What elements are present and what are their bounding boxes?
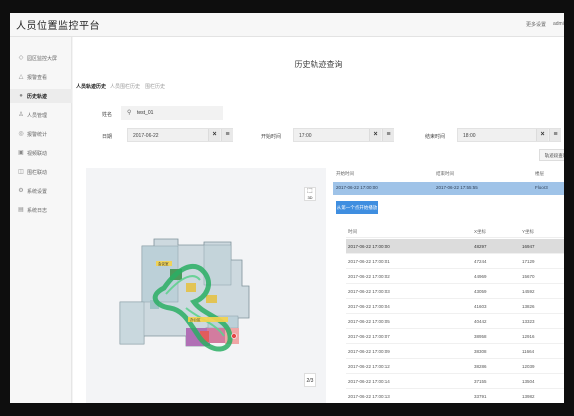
sidebar-item-alarm-stats[interactable]: ◎ 报警统计 <box>10 127 72 141</box>
start-time-label: 开始时间 <box>261 134 282 140</box>
sidebar-item-settings[interactable]: ⚙ 系统设置 <box>10 184 72 198</box>
table-row[interactable]: 2017-06-22 17:00:13 33791 13982 <box>346 389 564 403</box>
sidebar-item-alarm-view[interactable]: △ 报警查看 <box>10 70 72 84</box>
room-block <box>207 328 225 343</box>
table-row[interactable]: 2017-06-22 17:00:09 38308 11664 <box>346 344 564 359</box>
date-field[interactable]: 2017-06-22 × ≡ <box>127 128 233 142</box>
app-window: 人员位置监控平台 更多设置 admin ◇ 园区监控大屏 △ 报警查看 ● 历史… <box>10 13 564 403</box>
map-3d-toggle-button[interactable]: ⬚ 3D <box>304 187 316 201</box>
map-label: 办公区 <box>190 317 201 322</box>
points-table: 时间 X坐标 Y坐标 2017-06-22 17:00:00 48297 16947… <box>346 224 564 403</box>
top-bar: 人员位置监控平台 更多设置 admin <box>10 13 564 37</box>
date-calendar-icon[interactable]: ≡ <box>221 129 233 141</box>
start-time-field[interactable]: 17:00 × ≡ <box>293 128 394 142</box>
room-block <box>119 301 145 345</box>
track-query-button[interactable]: 轨迹段查询 <box>539 149 564 161</box>
end-clock-icon[interactable]: ≡ <box>549 129 561 141</box>
floor-plan-svg: 办公区 会议室 <box>119 238 250 352</box>
gear-icon: ⚙ <box>18 188 24 194</box>
floor-map[interactable]: 办公区 会议室 ⬚ 3D 2/3 <box>86 168 326 403</box>
table-row[interactable]: 2017-06-22 17:00:03 43059 14592 <box>346 284 564 299</box>
table-row[interactable]: 2017-06-22 17:00:01 47244 17129 <box>346 254 564 269</box>
sidebar-item-log[interactable]: ▤ 系统日志 <box>10 203 72 217</box>
name-label: 姓名 <box>102 112 113 118</box>
name-search-input[interactable]: ⚲ test_01 <box>121 106 223 120</box>
fence-icon: ◫ <box>18 169 24 175</box>
start-clock-icon[interactable]: ≡ <box>382 129 394 141</box>
sidebar-item-history-track[interactable]: ● 历史轨迹 <box>10 89 72 103</box>
current-position-marker[interactable] <box>231 333 237 339</box>
table-row[interactable]: 2017-06-22 17:00:14 37155 13504 <box>346 374 564 389</box>
map-zoom-button[interactable]: 2/3 <box>304 373 316 387</box>
track-table-row[interactable]: 2017-06-22 17:00:00 2017-06-22 17:55:55 … <box>333 182 564 195</box>
sidebar: ◇ 园区监控大屏 △ 报警查看 ● 历史轨迹 ♙ 人员管理 ◎ 报警统计 ▣ 视… <box>10 37 72 403</box>
date-clear-icon[interactable]: × <box>208 129 220 141</box>
end-time-field[interactable]: 18:00 × ≡ <box>457 128 561 142</box>
date-label: 日期 <box>102 134 113 140</box>
warning-icon: △ <box>18 74 24 80</box>
sidebar-item-video[interactable]: ▣ 视频联动 <box>10 146 72 160</box>
app-title: 人员位置监控平台 <box>16 21 100 32</box>
tab-person-fence[interactable]: 人员围栏历史 <box>110 83 140 90</box>
more-settings-link[interactable]: 更多设置 <box>526 21 546 28</box>
sidebar-item-staff[interactable]: ♙ 人员管理 <box>10 108 72 122</box>
sidebar-item-fence[interactable]: ◫ 围栏联动 <box>10 165 72 179</box>
table-row[interactable]: 2017-06-22 17:00:02 44969 15670 <box>346 269 564 284</box>
search-icon: ⚲ <box>127 110 132 116</box>
table-row[interactable]: 2017-06-22 17:00:05 40442 13323 <box>346 314 564 329</box>
cube-icon: ⬚ <box>307 188 313 194</box>
person-icon: ● <box>19 93 23 99</box>
tag-icon: ◇ <box>18 55 24 61</box>
table-row[interactable]: 2017-06-22 17:00:00 48297 16947 <box>346 239 564 254</box>
pin-icon: ◎ <box>18 131 24 137</box>
video-icon: ▣ <box>18 150 24 156</box>
end-time-label: 结束时间 <box>425 134 446 140</box>
log-icon: ▤ <box>18 207 24 213</box>
room-block <box>206 295 217 303</box>
end-clear-icon[interactable]: × <box>536 129 548 141</box>
table-row[interactable]: 2017-06-22 17:00:04 41603 13826 <box>346 299 564 314</box>
track-table-header: 开始时间 结束时间 楼层 <box>336 171 544 176</box>
table-row[interactable]: 2017-06-22 17:00:12 38286 12039 <box>346 359 564 374</box>
points-table-header: 时间 X坐标 Y坐标 <box>346 224 564 238</box>
start-clear-icon[interactable]: × <box>369 129 381 141</box>
main-content: 历史轨迹查询 人员轨迹历史 人员围栏历史 围栏历史 姓名 ⚲ test_01 日… <box>73 37 564 403</box>
room-block <box>186 283 196 292</box>
tab-fence-history[interactable]: 围栏历史 <box>145 83 165 90</box>
tab-person-track[interactable]: 人员轨迹历史 <box>76 83 106 90</box>
user-menu[interactable]: admin <box>553 21 564 27</box>
page-title: 历史轨迹查询 <box>294 60 343 69</box>
users-icon: ♙ <box>18 112 24 118</box>
sidebar-item-monitor-screen[interactable]: ◇ 园区监控大屏 <box>10 51 72 65</box>
map-label: 会议室 <box>158 261 169 266</box>
play-from-first-point-button[interactable]: 从第一个点开始播放 <box>336 201 378 214</box>
table-row[interactable]: 2017-06-22 17:00:07 38958 12916 <box>346 329 564 344</box>
